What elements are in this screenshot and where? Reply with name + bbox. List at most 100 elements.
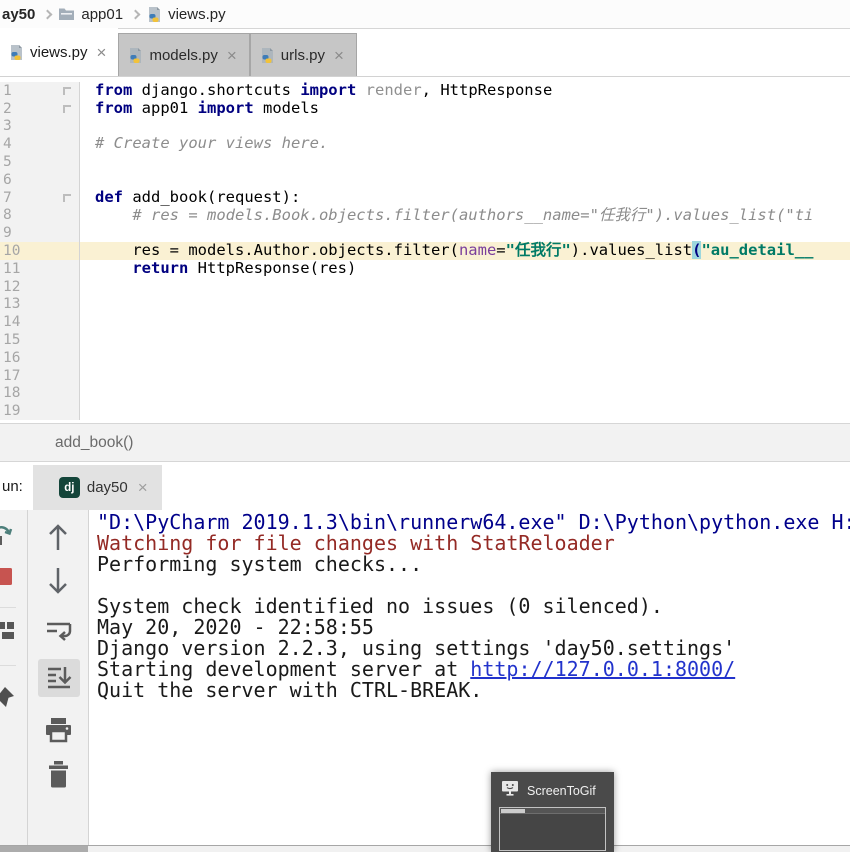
preview-titlebar <box>500 808 605 814</box>
console-output[interactable]: "D:\PyCharm 2019.1.3\bin\runnerw64.exe" … <box>89 510 850 845</box>
code-line[interactable]: 11 return HttpResponse(res) <box>0 260 850 278</box>
console-line: Performing system checks... <box>97 554 850 575</box>
fold-marker-icon[interactable] <box>63 86 72 95</box>
clear-trash-icon[interactable] <box>47 760 70 793</box>
rerun-icon[interactable] <box>0 523 16 552</box>
console-lines: "D:\PyCharm 2019.1.3\bin\runnerw64.exe" … <box>97 512 850 701</box>
tab-close-icon[interactable]: × <box>227 47 237 64</box>
console-line: Quit the server with CTRL-BREAK. <box>97 680 850 701</box>
code-editor[interactable]: 1from django.shortcuts import render, Ht… <box>0 77 850 423</box>
code-text <box>80 171 95 189</box>
tab-label: models.py <box>149 47 217 64</box>
line-number: 7 <box>0 190 12 206</box>
preview-titlebar-text <box>501 809 525 813</box>
breadcrumb-file[interactable]: views.py <box>168 6 226 23</box>
gutter[interactable]: 17 <box>0 367 80 385</box>
editor-tab-bar: views.py × models.py × urls.py × <box>0 29 850 77</box>
code-line[interactable]: 9 <box>0 224 850 242</box>
python-file-icon <box>259 47 275 64</box>
code-line[interactable]: 4# Create your views here. <box>0 135 850 153</box>
gutter[interactable]: 2 <box>0 100 80 118</box>
pin-icon[interactable] <box>0 686 15 715</box>
code-text: def add_book(request): <box>80 189 300 207</box>
code-line[interactable]: 14 <box>0 313 850 331</box>
scroll-to-end-icon[interactable] <box>46 665 72 696</box>
line-number: 16 <box>0 350 20 366</box>
fold-marker-icon[interactable] <box>63 104 72 113</box>
gutter[interactable]: 6 <box>0 171 80 189</box>
context-bar: add_book() <box>0 423 850 462</box>
folder-icon <box>58 7 75 21</box>
gutter[interactable]: 5 <box>0 153 80 171</box>
gutter[interactable]: 16 <box>0 349 80 367</box>
tab-close-icon[interactable]: × <box>97 44 107 61</box>
code-text: from app01 import models <box>80 100 319 118</box>
gutter[interactable]: 1 <box>0 82 80 100</box>
run-tab-day50[interactable]: dj day50 × <box>33 465 162 510</box>
code-line[interactable]: 6 <box>0 171 850 189</box>
gutter[interactable]: 15 <box>0 331 80 349</box>
code-line[interactable]: 7 def add_book(request): <box>0 189 850 207</box>
breadcrumb-package[interactable]: app01 <box>81 6 123 23</box>
gutter[interactable]: 9 <box>0 224 80 242</box>
gutter[interactable]: 8 <box>0 207 80 225</box>
code-line[interactable]: 17 <box>0 367 850 385</box>
code-text <box>80 385 95 403</box>
code-line[interactable]: 13 <box>0 296 850 314</box>
console-line: "D:\PyCharm 2019.1.3\bin\runnerw64.exe" … <box>97 512 850 533</box>
tab-urls-py[interactable]: urls.py × <box>250 33 357 76</box>
context-function-label[interactable]: add_book() <box>55 434 133 452</box>
screentogif-thumbnail-window[interactable]: ScreenToGif <box>491 772 614 852</box>
console-link[interactable]: http://127.0.0.1:8000/ <box>470 657 735 681</box>
line-number: 9 <box>0 225 12 241</box>
run-tab-close-icon[interactable]: × <box>138 479 148 496</box>
gutter[interactable]: 10 <box>0 242 80 260</box>
gutter[interactable]: 3 <box>0 118 80 136</box>
run-label: un: <box>2 478 23 495</box>
gutter[interactable]: 13 <box>0 296 80 314</box>
chevron-right-icon <box>43 9 53 19</box>
line-number: 6 <box>0 172 12 188</box>
code-line[interactable]: 8 # res = models.Book.objects.filter(aut… <box>0 207 850 225</box>
code-line[interactable]: 1from django.shortcuts import render, Ht… <box>0 82 850 100</box>
tab-close-icon[interactable]: × <box>334 47 344 64</box>
code-text: # res = models.Book.objects.filter(autho… <box>80 207 813 225</box>
scroll-up-icon[interactable] <box>46 522 70 557</box>
gutter[interactable]: 12 <box>0 278 80 296</box>
gutter[interactable]: 4 <box>0 135 80 153</box>
breadcrumb-project[interactable]: ay50 <box>2 6 35 23</box>
screentogif-preview[interactable] <box>499 807 606 851</box>
gutter[interactable]: 18 <box>0 385 80 403</box>
tab-label: views.py <box>30 44 88 61</box>
code-line[interactable]: 18 <box>0 385 850 403</box>
line-number: 11 <box>0 261 20 277</box>
tab-models-py[interactable]: models.py × <box>118 33 249 76</box>
code-line[interactable]: 19 <box>0 402 850 420</box>
soft-wrap-icon[interactable] <box>45 620 72 648</box>
gutter[interactable]: 14 <box>0 313 80 331</box>
gutter[interactable]: 7 <box>0 189 80 207</box>
code-line[interactable]: 16 <box>0 349 850 367</box>
python-file-icon <box>127 47 143 64</box>
code-line[interactable]: 10 res = models.Author.objects.filter(na… <box>0 242 850 260</box>
code-line[interactable]: 15 <box>0 331 850 349</box>
code-text <box>80 349 95 367</box>
line-number: 12 <box>0 279 20 295</box>
code-line[interactable]: 3 <box>0 118 850 136</box>
code-text <box>80 296 95 314</box>
line-number: 8 <box>0 207 12 223</box>
fold-marker-icon[interactable] <box>63 193 72 202</box>
python-file-icon <box>8 44 24 61</box>
tab-views-py[interactable]: views.py × <box>0 28 118 76</box>
code-line[interactable]: 2from app01 import models <box>0 100 850 118</box>
restore-layout-icon[interactable] <box>0 622 14 645</box>
code-line[interactable]: 5 <box>0 153 850 171</box>
pycharm-window: ay50 app01 views.py views.py × models.py… <box>0 0 850 852</box>
gutter[interactable]: 11 <box>0 260 80 278</box>
stop-icon[interactable] <box>0 568 12 590</box>
code-line[interactable]: 12 <box>0 278 850 296</box>
gutter[interactable]: 19 <box>0 402 80 420</box>
line-number: 5 <box>0 154 12 170</box>
print-icon[interactable] <box>45 717 72 748</box>
scroll-down-icon[interactable] <box>46 566 70 601</box>
